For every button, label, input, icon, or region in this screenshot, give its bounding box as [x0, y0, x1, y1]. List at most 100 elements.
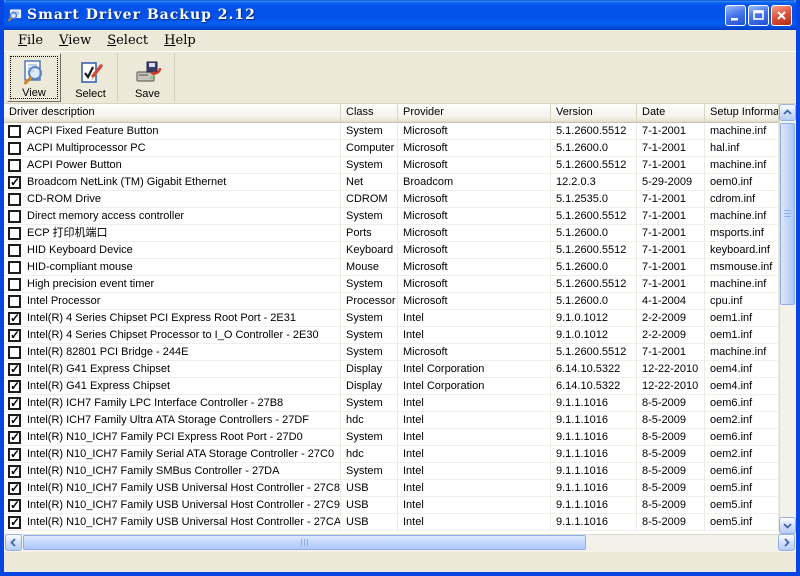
row-checkbox[interactable]	[8, 244, 21, 257]
cell-date: 8-5-2009	[637, 497, 705, 514]
table-body: ACPI Fixed Feature Button System Microsoft…	[4, 123, 779, 533]
row-checkbox[interactable]	[8, 295, 21, 308]
cell-version: 9.1.0.1012	[551, 327, 637, 344]
row-checkbox[interactable]: ✓	[8, 176, 21, 189]
row-checkbox[interactable]: ✓	[8, 397, 21, 410]
cell-cls: Ports	[341, 225, 398, 242]
save-button[interactable]: Save	[121, 53, 175, 102]
cell-inf: machine.inf	[705, 276, 779, 293]
cell-description: ✓Intel(R) N10_ICH7 Family PCI Express Ro…	[4, 429, 341, 446]
cell-inf: oem5.inf	[705, 497, 779, 514]
table-row[interactable]: ✓Broadcom NetLink (TM) Gigabit EthernetN…	[4, 174, 779, 191]
table-row[interactable]: Direct memory access controllerSystemMic…	[4, 208, 779, 225]
view-button[interactable]: View	[7, 53, 61, 102]
vertical-scroll-thumb[interactable]	[780, 123, 795, 305]
table-row[interactable]: ✓Intel(R) N10_ICH7 Family USB Universal …	[4, 480, 779, 497]
app-icon	[7, 7, 23, 23]
table-row[interactable]: Intel(R) 82801 PCI Bridge - 244ESystemMi…	[4, 344, 779, 361]
cell-version: 5.1.2600.0	[551, 293, 637, 310]
scroll-down-button[interactable]	[779, 517, 796, 534]
table-row[interactable]: Intel ProcessorProcessorMicrosoft5.1.260…	[4, 293, 779, 310]
table-row[interactable]: ✓Intel(R) N10_ICH7 Family SMBus Controll…	[4, 463, 779, 480]
cell-provider: Microsoft	[398, 208, 551, 225]
table-row[interactable]: HID-compliant mouseMouseMicrosoft5.1.260…	[4, 259, 779, 276]
row-checkbox[interactable]	[8, 261, 21, 274]
row-checkbox[interactable]	[8, 227, 21, 240]
select-button[interactable]: Select	[64, 53, 118, 102]
column-header-version[interactable]: Version	[551, 104, 637, 123]
close-button[interactable]	[771, 5, 792, 26]
table-row[interactable]: ✓Intel(R) N10_ICH7 Family USB Universal …	[4, 497, 779, 514]
scroll-left-button[interactable]	[5, 534, 22, 551]
table-row[interactable]: ACPI Fixed Feature ButtonSystemMicrosoft…	[4, 123, 779, 140]
minimize-button[interactable]	[725, 5, 746, 26]
menu-select[interactable]: Select	[99, 32, 156, 49]
table-row[interactable]: ✓Intel(R) 4 Series Chipset PCI Express R…	[4, 310, 779, 327]
row-checkbox[interactable]: ✓	[8, 329, 21, 342]
row-checkbox[interactable]: ✓	[8, 499, 21, 512]
row-checkbox[interactable]: ✓	[8, 363, 21, 376]
column-header-date[interactable]: Date	[637, 104, 705, 123]
row-checkbox[interactable]	[8, 125, 21, 138]
table-row[interactable]: ✓Intel(R) N10_ICH7 Family USB Universal …	[4, 514, 779, 531]
table-row[interactable]: ✓Intel(R) 4 Series Chipset Processor to …	[4, 327, 779, 344]
table-row[interactable]: HID Keyboard DeviceKeyboardMicrosoft5.1.…	[4, 242, 779, 259]
cell-version: 12.2.0.3	[551, 174, 637, 191]
table-row[interactable]: ECP 打印机端口PortsMicrosoft5.1.2600.07-1-200…	[4, 225, 779, 242]
table-row[interactable]: ✓Intel(R) G41 Express ChipsetDisplayInte…	[4, 361, 779, 378]
cell-provider: Intel	[398, 463, 551, 480]
minimize-icon	[729, 9, 742, 22]
table-row[interactable]: ✓Intel(R) N10_ICH7 Family PCI Express Ro…	[4, 429, 779, 446]
cell-inf: oem5.inf	[705, 480, 779, 497]
horizontal-scroll-thumb[interactable]	[23, 535, 586, 550]
table-row[interactable]: ✓Intel(R) G41 Express ChipsetDisplayInte…	[4, 378, 779, 395]
cell-cls: System	[341, 344, 398, 361]
row-checkbox[interactable]: ✓	[8, 482, 21, 495]
row-checkbox[interactable]: ✓	[8, 465, 21, 478]
cell-version: 9.1.1.1016	[551, 446, 637, 463]
column-header-driver-description[interactable]: Driver description	[4, 104, 341, 123]
row-checkbox[interactable]: ✓	[8, 380, 21, 393]
maximize-button[interactable]	[748, 5, 769, 26]
row-checkbox[interactable]: ✓	[8, 516, 21, 529]
row-checkbox[interactable]: ✓	[8, 414, 21, 427]
row-checkbox[interactable]	[8, 142, 21, 155]
column-header-provider[interactable]: Provider	[398, 104, 551, 123]
scroll-right-button[interactable]	[778, 534, 795, 551]
row-checkbox[interactable]: ✓	[8, 448, 21, 461]
scroll-up-button[interactable]	[779, 104, 796, 121]
cell-description: ECP 打印机端口	[4, 225, 341, 242]
horizontal-scrollbar[interactable]	[4, 534, 796, 551]
cell-provider: Microsoft	[398, 191, 551, 208]
table-row[interactable]: ✓Intel(R) N10_ICH7 Family Serial ATA Sto…	[4, 446, 779, 463]
row-checkbox[interactable]: ✓	[8, 431, 21, 444]
cell-version: 6.14.10.5322	[551, 361, 637, 378]
cell-inf: oem6.inf	[705, 463, 779, 480]
table-row[interactable]: ACPI Power ButtonSystemMicrosoft5.1.2600…	[4, 157, 779, 174]
cell-inf: machine.inf	[705, 123, 779, 140]
titlebar[interactable]: Smart Driver Backup 2.12	[0, 0, 800, 30]
table-row[interactable]: ACPI Multiprocessor PCComputerMicrosoft5…	[4, 140, 779, 157]
column-header-setup-information[interactable]: Setup Informa	[705, 104, 779, 123]
row-checkbox[interactable]: ✓	[8, 312, 21, 325]
table-row[interactable]: ✓Intel(R) ICH7 Family LPC Interface Cont…	[4, 395, 779, 412]
table-row[interactable]: High precision event timerSystemMicrosof…	[4, 276, 779, 293]
cell-date: 8-5-2009	[637, 395, 705, 412]
vertical-scrollbar[interactable]	[779, 104, 796, 534]
row-checkbox[interactable]	[8, 346, 21, 359]
table-row[interactable]: ✓Intel(R) ICH7 Family Ultra ATA Storage …	[4, 412, 779, 429]
menu-file[interactable]: File	[10, 32, 51, 49]
row-checkbox[interactable]	[8, 159, 21, 172]
row-checkbox[interactable]	[8, 278, 21, 291]
menu-help[interactable]: Help	[156, 32, 204, 49]
row-checkbox[interactable]	[8, 210, 21, 223]
row-checkbox[interactable]	[8, 193, 21, 206]
table-row[interactable]: CD-ROM DriveCDROMMicrosoft5.1.2535.07-1-…	[4, 191, 779, 208]
cell-description: ACPI Fixed Feature Button	[4, 123, 341, 140]
cell-description: ✓Intel(R) N10_ICH7 Family SMBus Controll…	[4, 463, 341, 480]
cell-date: 7-1-2001	[637, 242, 705, 259]
menu-view[interactable]: View	[51, 32, 99, 49]
cell-date: 4-1-2004	[637, 293, 705, 310]
select-button-label: Select	[75, 88, 106, 100]
column-header-class[interactable]: Class	[341, 104, 398, 123]
